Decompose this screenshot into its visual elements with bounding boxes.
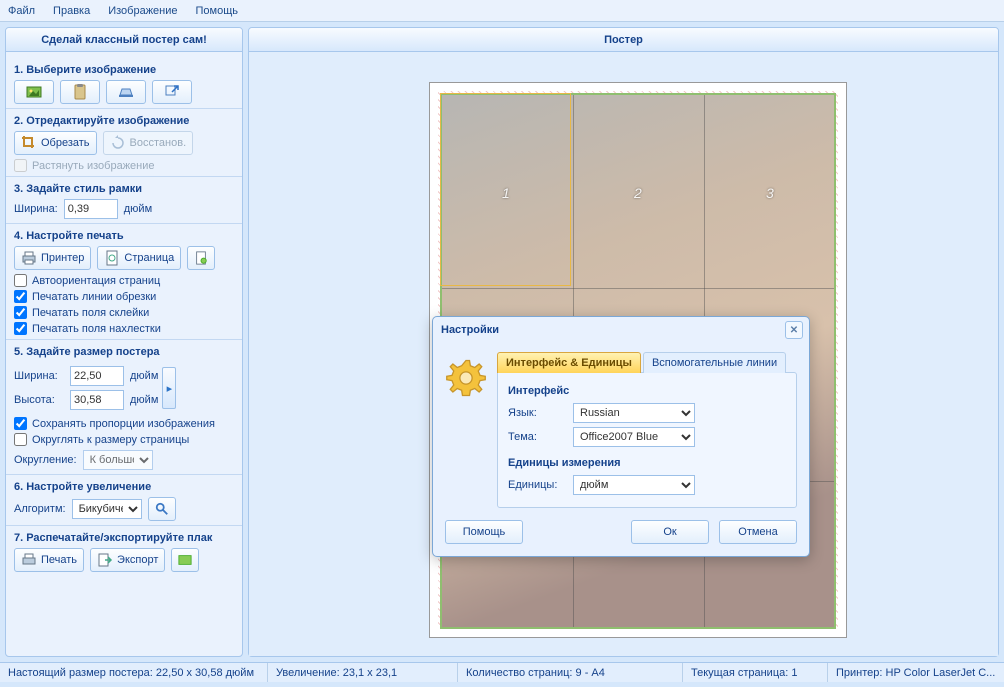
dialog-help-button[interactable]: Помощь xyxy=(445,520,523,544)
group-units: Единицы измерения xyxy=(508,457,786,469)
step5-header: 5. Задайте размер постера xyxy=(14,346,234,358)
grid-line-h1 xyxy=(442,288,834,289)
frame-width-label: Ширина: xyxy=(14,203,58,215)
status-zoom: Увеличение: 23,1 x 23,1 xyxy=(268,663,458,682)
frame-width-input[interactable] xyxy=(64,199,118,219)
cell-num-3: 3 xyxy=(766,185,774,201)
export-arrow-button[interactable] xyxy=(152,80,192,104)
algorithm-label: Алгоритм: xyxy=(14,503,66,515)
poster-height-input[interactable] xyxy=(70,390,124,410)
poster-width-label: Ширина: xyxy=(14,370,64,382)
page-settings-button[interactable] xyxy=(187,246,215,270)
tab-panel: Интерфейс Язык: Russian Тема: Office2007 B… xyxy=(497,372,797,508)
cell-num-2: 2 xyxy=(634,185,642,201)
dialog-ok-button[interactable]: Ок xyxy=(631,520,709,544)
keep-aspect-checkbox[interactable]: Сохранять пропорции изображения xyxy=(14,417,234,430)
tab-interface-units[interactable]: Интерфейс & Единицы xyxy=(497,352,641,373)
language-label: Язык: xyxy=(508,407,563,419)
step7-header: 7. Распечатайте/экспортируйте плак xyxy=(14,532,234,544)
status-bar: Настоящий размер постера: 22,50 x 30,58 … xyxy=(0,662,1004,682)
printer-button[interactable]: Принтер xyxy=(14,246,91,270)
menu-edit[interactable]: Правка xyxy=(53,5,90,17)
cell-num-1: 1 xyxy=(502,185,510,201)
round-to-page-checkbox[interactable]: Округлять к размеру страницы xyxy=(14,433,234,446)
cutlines-checkbox[interactable]: Печатать линии обрезки xyxy=(14,290,234,303)
main-header: Постер xyxy=(249,28,998,52)
units-label: Единицы: xyxy=(508,479,563,491)
theme-label: Тема: xyxy=(508,431,563,443)
close-icon[interactable]: ✕ xyxy=(785,321,803,339)
menubar: Файл Правка Изображение Помощь xyxy=(0,0,1004,22)
step1-header: 1. Выберите изображение xyxy=(14,64,234,76)
sidebar-header: Сделай классный постер сам! xyxy=(6,28,242,52)
gear-icon xyxy=(445,357,487,399)
step6-header: 6. Настройте увеличение xyxy=(14,481,234,493)
step2-header: 2. Отредактируйте изображение xyxy=(14,115,234,127)
scanner-button[interactable] xyxy=(106,80,146,104)
poster-width-input[interactable] xyxy=(70,366,124,386)
print-button[interactable]: Печать xyxy=(14,548,84,572)
dialog-title: Настройки ✕ xyxy=(433,317,809,343)
export-button[interactable]: Экспорт xyxy=(90,548,165,572)
sidebar: Сделай классный постер сам! 1. Выберите … xyxy=(5,27,243,657)
group-interface: Интерфейс xyxy=(508,385,786,397)
units-select[interactable]: дюйм xyxy=(573,475,695,495)
restore-button[interactable]: Восстанов. xyxy=(103,131,194,155)
page-button[interactable]: Страница xyxy=(97,246,181,270)
menu-help[interactable]: Помощь xyxy=(196,5,239,17)
rounding-label: Округление: xyxy=(14,454,77,466)
algorithm-select[interactable]: Бикубический xyxy=(72,499,142,519)
settings-dialog: Настройки ✕ Интерфейс & Единицы Вспомога… xyxy=(432,316,810,557)
status-printer: Принтер: HP Color LaserJet C... xyxy=(828,663,1004,682)
language-select[interactable]: Russian xyxy=(573,403,695,423)
dialog-cancel-button[interactable]: Отмена xyxy=(719,520,797,544)
tab-guidelines[interactable]: Вспомогательные линии xyxy=(643,352,786,373)
overlapfields-checkbox[interactable]: Печатать поля нахлестки xyxy=(14,322,234,335)
paste-image-button[interactable] xyxy=(60,80,100,104)
zoom-preview-button[interactable] xyxy=(148,497,176,521)
status-current-page: Текущая страница: 1 xyxy=(683,663,828,682)
open-image-button[interactable] xyxy=(14,80,54,104)
stretch-checkbox[interactable]: Растянуть изображение xyxy=(14,159,234,172)
auto-orient-checkbox[interactable]: Автоориентация страниц xyxy=(14,274,234,287)
menu-file[interactable]: Файл xyxy=(8,5,35,17)
menu-image[interactable]: Изображение xyxy=(108,5,177,17)
export-settings-button[interactable] xyxy=(171,548,199,572)
poster-height-label: Высота: xyxy=(14,394,64,406)
gluefields-checkbox[interactable]: Печатать поля склейки xyxy=(14,306,234,319)
size-spinner[interactable]: ▸ xyxy=(162,367,176,409)
poster-width-unit: дюйм xyxy=(130,370,158,382)
rounding-select[interactable]: К большему xyxy=(83,450,153,470)
step4-header: 4. Настройте печать xyxy=(14,230,234,242)
step3-header: 3. Задайте стиль рамки xyxy=(14,183,234,195)
status-pages: Количество страниц: 9 - A4 xyxy=(458,663,683,682)
frame-width-unit: дюйм xyxy=(124,203,152,215)
crop-button[interactable]: Обрезать xyxy=(14,131,97,155)
poster-height-unit: дюйм xyxy=(130,394,158,406)
status-real-size: Настоящий размер постера: 22,50 x 30,58 … xyxy=(0,663,268,682)
theme-select[interactable]: Office2007 Blue xyxy=(573,427,695,447)
